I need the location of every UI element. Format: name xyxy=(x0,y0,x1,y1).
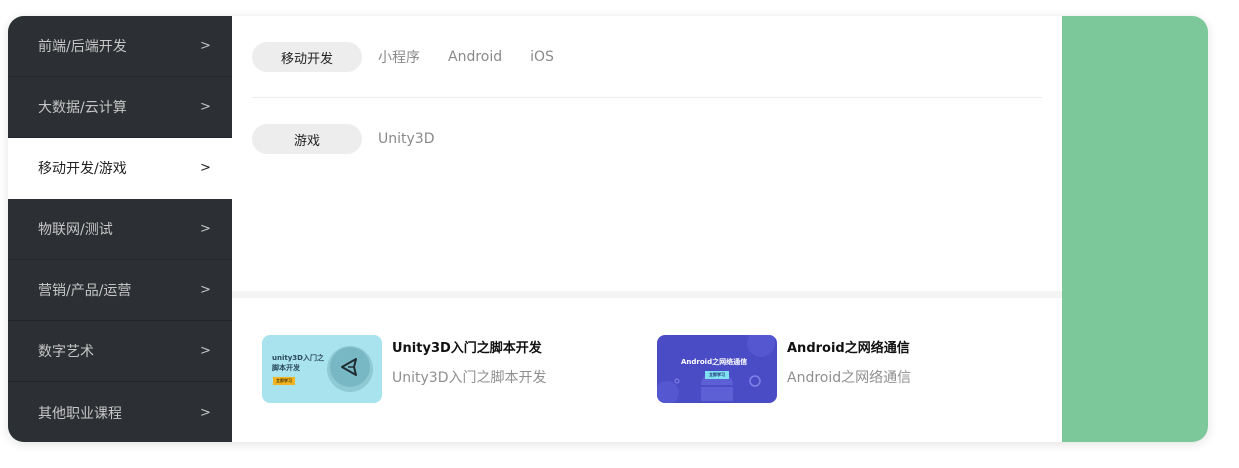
chevron-right-icon: > xyxy=(200,99,211,115)
chevron-right-icon: > xyxy=(200,343,211,359)
category-pill-game[interactable]: 游戏 xyxy=(252,124,362,154)
tag-unity3d[interactable]: Unity3D xyxy=(378,131,434,147)
course-card-android[interactable]: Android之网络通信 立即学习 Android之网络通信 Android之网… xyxy=(657,335,1037,403)
sidebar-item-frontend-backend[interactable]: 前端/后端开发 > xyxy=(8,16,232,77)
chevron-right-icon: > xyxy=(200,38,211,54)
submenu-content: 移动开发 小程序 Android iOS 游戏 Unity3D unity3D入… xyxy=(232,16,1062,442)
thumb-title-line: unity3D入门之 xyxy=(272,354,324,362)
chevron-right-icon: > xyxy=(200,221,211,237)
android-robot-icon xyxy=(657,335,775,403)
sidebar-item-label: 前端/后端开发 xyxy=(38,39,127,55)
course-thumbnail: unity3D入门之 脚本开发 立即学习 xyxy=(262,335,382,403)
thumb-badge: 立即学习 xyxy=(705,371,729,379)
section-separator xyxy=(232,291,1062,298)
course-subtitle: Android之网络通信 xyxy=(787,370,912,386)
category-menu-panel: 前端/后端开发 > 大数据/云计算 > 移动开发/游戏 > 物联网/测试 > 营… xyxy=(8,16,1208,442)
sidebar-item-bigdata-cloud[interactable]: 大数据/云计算 > xyxy=(8,77,232,138)
course-subtitle: Unity3D入门之脚本开发 xyxy=(392,370,547,386)
sidebar-item-label: 移动开发/游戏 xyxy=(38,161,127,177)
sidebar-item-label: 物联网/测试 xyxy=(38,222,113,238)
sidebar-item-mobile-game[interactable]: 移动开发/游戏 > xyxy=(8,138,232,199)
sidebar-item-label: 数字艺术 xyxy=(38,344,94,360)
sidebar-item-marketing-product[interactable]: 营销/产品/运营 > xyxy=(8,260,232,321)
sidebar-item-iot-testing[interactable]: 物联网/测试 > xyxy=(8,199,232,260)
sidebar-item-digital-art[interactable]: 数字艺术 > xyxy=(8,321,232,382)
thumb-title-line: Android之网络通信 xyxy=(681,358,748,366)
course-title[interactable]: Android之网络通信 xyxy=(787,337,910,356)
sidebar-item-label: 营销/产品/运营 xyxy=(38,283,132,299)
chevron-right-icon: > xyxy=(200,160,211,176)
divider xyxy=(252,97,1042,98)
tag-android[interactable]: Android xyxy=(448,49,502,65)
sidebar-item-other-courses[interactable]: 其他职业课程 > xyxy=(8,382,232,442)
course-title[interactable]: Unity3D入门之脚本开发 xyxy=(392,337,542,356)
tag-ios[interactable]: iOS xyxy=(530,49,554,65)
thumb-title-line: 脚本开发 xyxy=(272,364,300,372)
unity-logo-icon xyxy=(327,346,373,392)
sidebar: 前端/后端开发 > 大数据/云计算 > 移动开发/游戏 > 物联网/测试 > 营… xyxy=(8,16,232,442)
category-row-game: 游戏 Unity3D xyxy=(252,124,446,154)
category-pill-mobile[interactable]: 移动开发 xyxy=(252,42,362,72)
thumb-badge: 立即学习 xyxy=(273,377,295,385)
course-card-unity[interactable]: unity3D入门之 脚本开发 立即学习 Unity3D入门之脚本开发 Unit… xyxy=(262,335,642,403)
category-row-mobile: 移动开发 小程序 Android iOS xyxy=(252,42,566,72)
course-thumbnail: Android之网络通信 立即学习 xyxy=(657,335,777,403)
chevron-right-icon: > xyxy=(200,282,211,298)
sidebar-item-label: 大数据/云计算 xyxy=(38,100,127,116)
tag-miniprogram[interactable]: 小程序 xyxy=(378,47,420,67)
chevron-right-icon: > xyxy=(200,405,211,420)
sidebar-item-label: 其他职业课程 xyxy=(38,405,122,422)
